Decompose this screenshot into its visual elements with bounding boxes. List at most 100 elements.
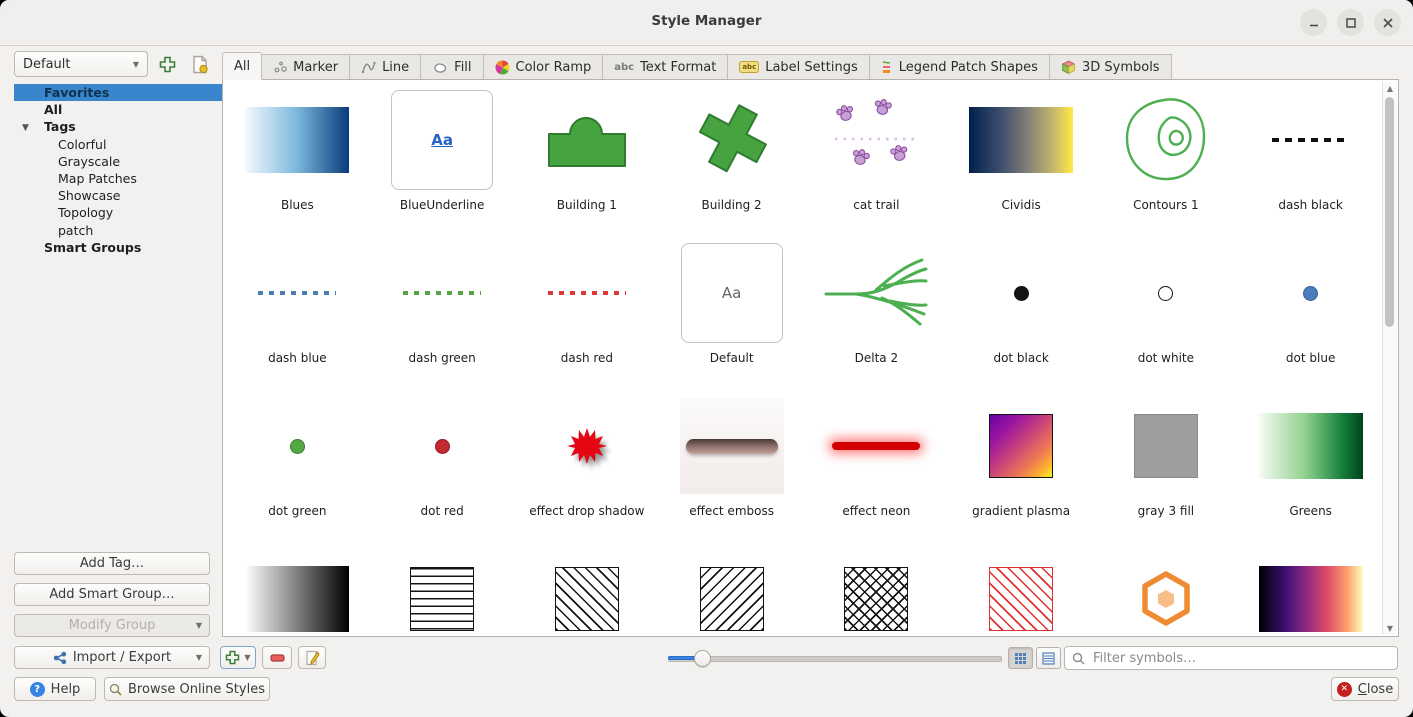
- minimize-button[interactable]: [1300, 9, 1327, 36]
- symbol-item-dot-blue[interactable]: dot blue: [1238, 237, 1383, 390]
- vertical-scrollbar[interactable]: ▲ ▼: [1382, 81, 1397, 635]
- tab-all[interactable]: All: [222, 52, 262, 80]
- card-aa-gray: Aa: [681, 237, 783, 349]
- slider-handle[interactable]: [694, 650, 711, 667]
- remove-item-button[interactable]: [262, 646, 292, 669]
- symbol-item-contours-1[interactable]: Contours 1: [1094, 84, 1239, 237]
- symbol-item-building-1[interactable]: Building 1: [515, 84, 660, 237]
- style-database-select[interactable]: Default ▼: [14, 51, 148, 77]
- add-item-button[interactable]: ▼: [220, 646, 256, 669]
- tab-line[interactable]: Line: [350, 54, 421, 80]
- add-smart-group-button[interactable]: Add Smart Group…: [14, 583, 210, 606]
- symbol-item-blueunderline[interactable]: AaBlueUnderline: [370, 84, 515, 237]
- add-item-icon: [225, 650, 240, 665]
- scrollbar-thumb[interactable]: [1385, 97, 1394, 327]
- symbol-item-dash-red[interactable]: dash red: [515, 237, 660, 390]
- sidebar-item-smart-groups[interactable]: Smart Groups: [14, 239, 222, 256]
- dot-white: [1158, 237, 1173, 349]
- symbol-item-cat-trail[interactable]: cat trail: [804, 84, 949, 237]
- sidebar-item-map-patches[interactable]: Map Patches: [14, 170, 222, 187]
- marker-points-icon: [273, 60, 287, 74]
- sidebar-item-patch[interactable]: patch: [14, 222, 222, 239]
- symbol-item-dash-black[interactable]: dash black: [1238, 84, 1383, 237]
- add-tag-button[interactable]: Add Tag…: [14, 552, 210, 575]
- abc-label-icon: abc: [739, 61, 759, 73]
- line-vertex-icon: [361, 60, 376, 74]
- close-icon: ✕: [1337, 682, 1352, 697]
- list-view-button[interactable]: [1036, 647, 1061, 669]
- building-2: [690, 84, 774, 196]
- contours: [1120, 84, 1212, 196]
- symbol-item-gradient-plasma[interactable]: gradient plasma: [949, 390, 1094, 543]
- symbol-item-delta-2[interactable]: Delta 2: [804, 237, 949, 390]
- titlebar[interactable]: Style Manager: [0, 0, 1413, 46]
- new-style-database-button[interactable]: [189, 53, 211, 75]
- symbol-item-hexagon-orange[interactable]: [1094, 543, 1239, 637]
- browse-online-styles-button[interactable]: Browse Online Styles: [104, 677, 270, 701]
- sidebar-item-colorful[interactable]: Colorful: [14, 136, 222, 153]
- symbol-item-dot-black[interactable]: dot black: [949, 237, 1094, 390]
- close-button[interactable]: ✕ Close: [1331, 677, 1399, 701]
- symbol-item-dot-green[interactable]: dot green: [225, 390, 370, 543]
- symbol-item-hatch-diamond[interactable]: [804, 543, 949, 637]
- tab-fill[interactable]: Fill: [421, 54, 483, 80]
- expander-icon[interactable]: ▼: [22, 123, 29, 133]
- edit-item-button[interactable]: [298, 646, 326, 669]
- card-aa-blue: Aa: [391, 84, 493, 196]
- symbol-item-dot-red[interactable]: dot red: [370, 390, 515, 543]
- star-shadow: [566, 390, 608, 502]
- import-export-button[interactable]: Import / Export ▼: [14, 646, 210, 669]
- remove-item-icon: [270, 654, 285, 662]
- grid-view-button[interactable]: [1008, 647, 1033, 669]
- fill-plasma: [989, 390, 1053, 502]
- sidebar-item-grayscale[interactable]: Grayscale: [14, 153, 222, 170]
- symbol-item-default[interactable]: AaDefault: [659, 237, 804, 390]
- sidebar-item-favorites[interactable]: Favorites: [14, 84, 222, 101]
- symbol-item-hatch-horizontal[interactable]: [370, 543, 515, 637]
- edit-item-icon: [305, 650, 320, 666]
- symbol-item-hatch-forward[interactable]: [515, 543, 660, 637]
- sidebar-item-showcase[interactable]: Showcase: [14, 187, 222, 204]
- neon-line: [832, 390, 920, 502]
- symbol-item-effect-drop-shadow[interactable]: effect drop shadow: [515, 390, 660, 543]
- symbol-item-hatch-backward[interactable]: [659, 543, 804, 637]
- ramp-magma: [1259, 543, 1363, 637]
- close-window-button[interactable]: [1374, 9, 1401, 36]
- tab-color-ramp[interactable]: Color Ramp: [484, 54, 604, 80]
- symbol-item-ramp-magma[interactable]: [1238, 543, 1383, 637]
- symbol-item-dot-white[interactable]: dot white: [1094, 237, 1239, 390]
- tab-legend-patch-shapes[interactable]: Legend Patch Shapes: [870, 54, 1050, 80]
- sidebar-item-tags[interactable]: ▼Tags: [14, 118, 222, 135]
- symbol-item-dash-green[interactable]: dash green: [370, 237, 515, 390]
- maximize-button[interactable]: [1337, 9, 1364, 36]
- fill-polygon-icon: [432, 61, 448, 74]
- help-button[interactable]: ? Help: [14, 677, 96, 701]
- filter-symbols-input[interactable]: [1091, 650, 1390, 667]
- tab-3d-symbols[interactable]: 3D Symbols: [1050, 54, 1172, 80]
- symbol-item-ramp-gray[interactable]: [225, 543, 370, 637]
- scroll-up-icon[interactable]: ▲: [1383, 81, 1397, 95]
- symbol-item-hatch-red[interactable]: [949, 543, 1094, 637]
- symbol-item-dash-blue[interactable]: dash blue: [225, 237, 370, 390]
- emboss-bar: [680, 390, 784, 502]
- icon-size-slider[interactable]: [668, 646, 1002, 669]
- symbol-item-building-2[interactable]: Building 2: [659, 84, 804, 237]
- symbol-item-blues[interactable]: Blues: [225, 84, 370, 237]
- symbol-item-effect-emboss[interactable]: effect emboss: [659, 390, 804, 543]
- tab-text-format[interactable]: abcText Format: [603, 54, 728, 80]
- search-icon: [109, 683, 122, 696]
- scroll-down-icon[interactable]: ▼: [1383, 621, 1397, 635]
- symbol-item-greens[interactable]: Greens: [1238, 390, 1383, 543]
- symbol-item-cividis[interactable]: Cividis: [949, 84, 1094, 237]
- grid-view-icon: [1014, 652, 1027, 665]
- cube-3d-icon: [1061, 60, 1076, 75]
- tab-label-settings[interactable]: abcLabel Settings: [728, 54, 869, 80]
- window-title: Style Manager: [0, 13, 1413, 29]
- symbol-item-effect-neon[interactable]: effect neon: [804, 390, 949, 543]
- chevron-down-icon: ▼: [196, 653, 202, 662]
- add-style-database-button[interactable]: [156, 53, 178, 75]
- sidebar-item-all[interactable]: All: [14, 101, 222, 118]
- sidebar-item-topology[interactable]: Topology: [14, 204, 222, 221]
- symbol-item-gray-3-fill[interactable]: gray 3 fill: [1094, 390, 1239, 543]
- tab-marker[interactable]: Marker: [262, 54, 350, 80]
